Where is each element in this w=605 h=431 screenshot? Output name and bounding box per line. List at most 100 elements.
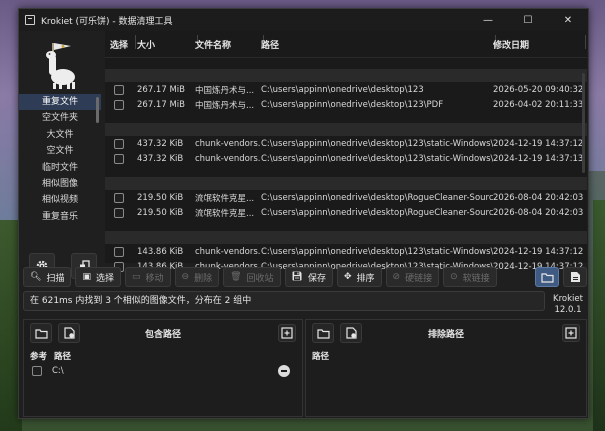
add-excluded-manual-button[interactable] xyxy=(562,324,580,342)
link-icon: ⊘ xyxy=(392,272,401,282)
column-header-path[interactable]: 路径 xyxy=(261,34,496,51)
move-button[interactable]: ▭ 移动 xyxy=(124,267,171,287)
excluded-paths-title: 排除路径 xyxy=(427,330,464,340)
row-checkbox-cell[interactable] xyxy=(105,246,133,257)
scan-button[interactable]: 🔍︎ 扫描 xyxy=(23,267,72,287)
save-icon: 💾︎ xyxy=(291,272,303,282)
excluded-paths-panel: 排除路径 路径 xyxy=(305,319,587,417)
add-included-manual-button[interactable] xyxy=(278,324,296,342)
close-button[interactable]: ✕ xyxy=(548,9,588,31)
table-row[interactable]: 437.32 KiB chunk-vendors... C:\users\appin… xyxy=(105,136,587,151)
row-checkbox-cell[interactable] xyxy=(105,84,133,95)
row-checkbox[interactable] xyxy=(114,207,124,218)
cell-name: chunk-vendors... xyxy=(195,138,261,149)
plus-square-icon xyxy=(281,327,293,339)
row-checkbox[interactable] xyxy=(114,84,124,95)
remove-path-button[interactable] xyxy=(278,365,290,377)
cell-date: 2026-04-02 20:11:33 xyxy=(493,99,583,110)
titlebar[interactable]: Krokiet (可乐饼) - 数据清理工具 — ☐ ✕ xyxy=(19,9,588,31)
app-icon xyxy=(25,15,35,25)
minimize-button[interactable]: — xyxy=(468,9,508,31)
sidebar-item-empty-files[interactable]: 空文件 xyxy=(19,143,101,159)
sidebar-item-similar-images[interactable]: 相似图像 xyxy=(19,176,101,192)
cell-path: C:\users\appinn\onedrive\desktop\123\sta… xyxy=(261,138,493,149)
cell-size: 219.50 KiB xyxy=(137,192,184,203)
row-checkbox[interactable] xyxy=(114,99,124,110)
column-header-size[interactable]: 大小 xyxy=(133,34,198,51)
sidebar-item-empty-folders[interactable]: 空文件夹 xyxy=(19,110,101,126)
column-header-select[interactable]: 选择 xyxy=(105,34,136,51)
row-checkbox[interactable] xyxy=(114,153,124,164)
save-button[interactable]: 💾︎ 保存 xyxy=(284,267,333,287)
recycle-button[interactable]: 🗑︎ 回收站 xyxy=(223,267,281,287)
window-title: Krokiet (可乐饼) - 数据清理工具 xyxy=(41,16,173,27)
included-path-row[interactable]: C:\ xyxy=(24,362,302,380)
log-view-button[interactable] xyxy=(563,267,587,287)
table-row[interactable]: 267.17 MiB 中国炼丹术与... C:\users\appinn\onedr… xyxy=(105,82,587,97)
status-bar: 在 621ms 内找到 3 个相似的图像文件，分布在 2 组中 xyxy=(23,291,545,311)
table-body: 267.17 MiB 中国炼丹术与... C:\users\appinn\onedr… xyxy=(105,58,587,274)
table-row[interactable]: 219.50 KiB 流氓软件克星... C:\users\appinn\onedr… xyxy=(105,190,587,205)
row-checkbox-cell[interactable] xyxy=(105,207,133,218)
sidebar-item-duplicate-files[interactable]: 重复文件 xyxy=(19,94,101,111)
sort-icon: ✥ xyxy=(343,272,352,282)
folder-view-button[interactable] xyxy=(535,267,559,287)
column-header-name[interactable]: 文件名称 xyxy=(195,34,264,51)
cell-date: 2026-05-20 09:40:32 xyxy=(493,84,583,95)
delete-button[interactable]: ⊖ 删除 xyxy=(174,267,220,287)
row-checkbox-cell[interactable] xyxy=(105,153,133,164)
cell-size: 267.17 MiB xyxy=(137,99,185,110)
row-checkbox[interactable] xyxy=(114,192,124,203)
column-header-date[interactable]: 修改日期 xyxy=(493,34,586,51)
table-row[interactable]: 437.32 KiB chunk-vendors... C:\users\appin… xyxy=(105,151,587,166)
group-header-row xyxy=(105,231,587,244)
chain-icon: ⊙ xyxy=(450,272,458,282)
sidebar-item-similar-videos[interactable]: 相似视频 xyxy=(19,192,101,208)
row-checkbox-cell[interactable] xyxy=(105,138,133,149)
included-paths-panel: 包含路径 参考 路径 C:\ xyxy=(23,319,303,417)
symlink-button[interactable]: ⊙ 软链接 xyxy=(443,267,497,287)
results-table: 选择 大小 文件名称 路径 修改日期 267.17 MiB 中国炼丹术与... C:… xyxy=(105,31,587,272)
hardlink-button[interactable]: ⊘ 硬链接 xyxy=(385,267,440,287)
group-header-row xyxy=(105,69,587,82)
sidebar-item-temporary-files[interactable]: 临时文件 xyxy=(19,160,101,176)
sidebar-item-duplicate-music[interactable]: 重复音乐 xyxy=(19,209,101,225)
row-checkbox-cell[interactable] xyxy=(105,99,133,110)
cell-name: chunk-vendors... xyxy=(195,153,261,164)
cell-size: 219.50 KiB xyxy=(137,207,184,218)
app-window: Krokiet (可乐饼) - 数据清理工具 — ☐ ✕ 重复文件 空文件夹 大… xyxy=(18,8,589,419)
excluded-columns: 路径 xyxy=(306,350,586,362)
minus-circle-icon: ⊖ xyxy=(181,272,190,282)
excluded-paths-header: 排除路径 xyxy=(306,320,586,346)
cell-size: 437.32 KiB xyxy=(137,153,184,164)
sidebar-scrollbar[interactable] xyxy=(96,97,99,197)
table-row[interactable]: 219.50 KiB 流氓软件克星... C:\users\appinn\onedr… xyxy=(105,205,587,220)
column-path: 路径 xyxy=(312,352,330,362)
folder-icon xyxy=(540,272,554,283)
select-button[interactable]: ▣ 选择 xyxy=(75,267,121,287)
row-checkbox[interactable] xyxy=(114,246,124,257)
sidebar: 重复文件 空文件夹 大文件 空文件 临时文件 相似图像 相似视频 重复音乐 xyxy=(19,31,101,279)
table-header: 选择 大小 文件名称 路径 修改日期 xyxy=(105,31,587,58)
reference-checkbox[interactable] xyxy=(32,366,42,376)
group-header-row xyxy=(105,123,587,136)
cell-path: C:\users\appinn\onedrive\desktop\123\sta… xyxy=(261,246,493,257)
sidebar-list: 重复文件 空文件夹 大文件 空文件 临时文件 相似图像 相似视频 重复音乐 xyxy=(19,94,101,225)
cell-name: 流氓软件克星... xyxy=(195,193,255,204)
sidebar-item-big-files[interactable]: 大文件 xyxy=(19,127,101,143)
row-checkbox[interactable] xyxy=(114,138,124,149)
maximize-button[interactable]: ☐ xyxy=(508,9,548,31)
document-icon xyxy=(570,272,580,282)
plus-square-icon xyxy=(565,327,577,339)
table-scrollbar[interactable] xyxy=(582,61,585,257)
sort-button[interactable]: ✥ 排序 xyxy=(336,267,382,287)
version-label: Krokiet 12.0.1 xyxy=(553,294,583,315)
cell-date: 2024-12-19 14:37:12 xyxy=(493,138,583,149)
table-row[interactable]: 143.86 KiB chunk-vendors...C:\users\appin… xyxy=(105,244,587,259)
included-path-value: C:\ xyxy=(52,366,64,376)
row-checkbox-cell[interactable] xyxy=(105,192,133,203)
table-row[interactable]: 267.17 MiB 中国炼丹术与... C:\users\appinn\onedr… xyxy=(105,97,587,112)
